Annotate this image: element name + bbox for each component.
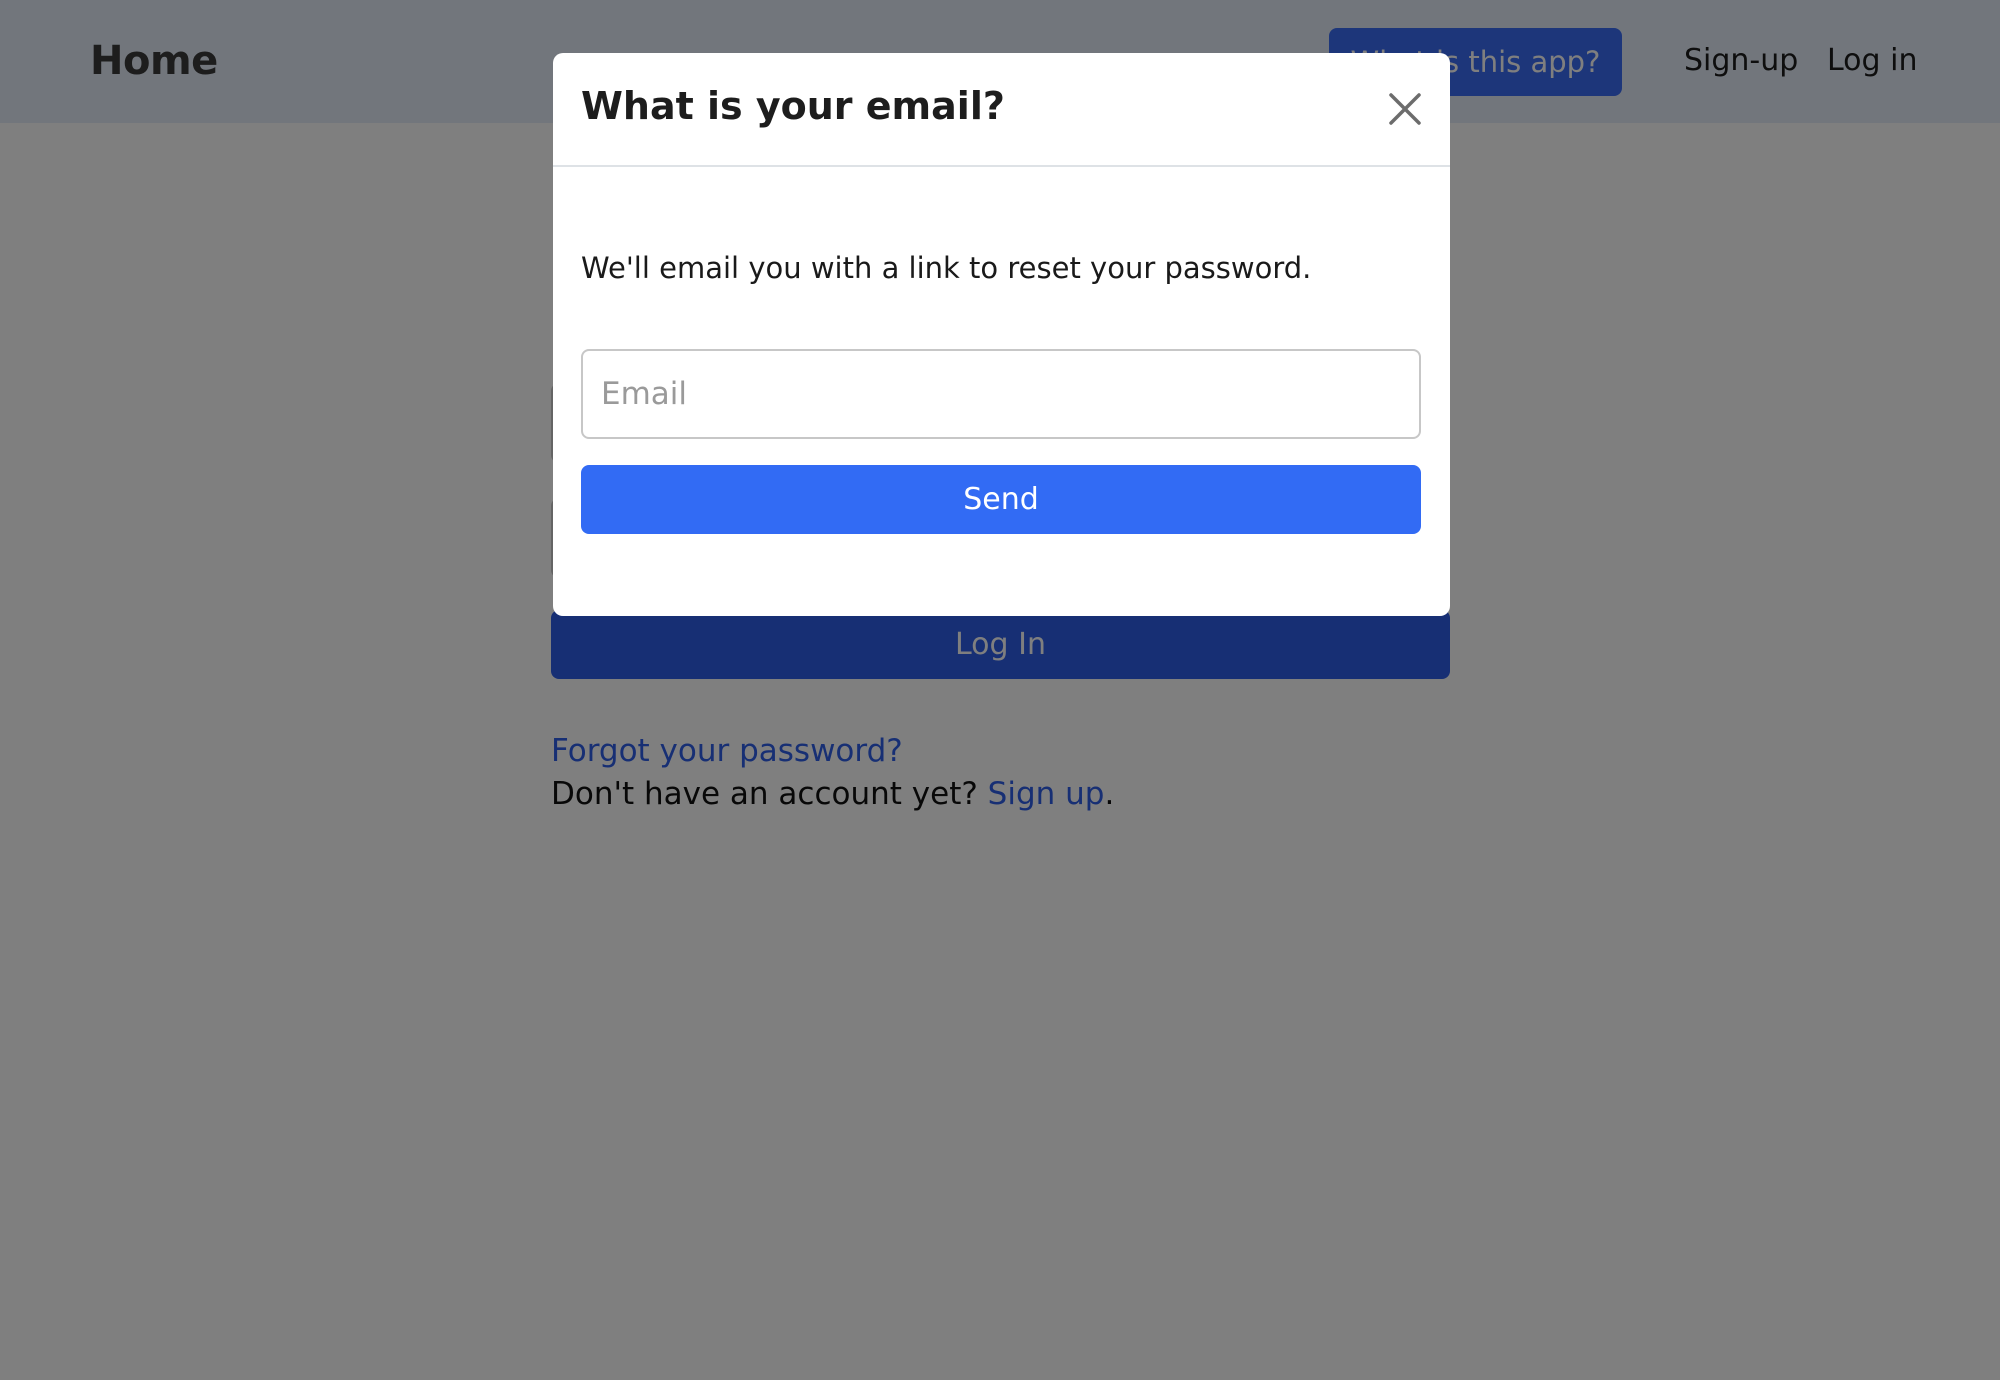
page: Home What is this app? Sign-up Log in Lo… [0, 0, 2000, 1380]
modal-description: We'll email you with a link to reset you… [581, 251, 1312, 285]
email-field[interactable] [581, 349, 1421, 439]
send-button[interactable]: Send [581, 465, 1421, 534]
reset-password-modal: What is your email? We'll email you with… [553, 53, 1450, 616]
modal-title: What is your email? [581, 84, 1005, 128]
modal-header: What is your email? [553, 53, 1450, 167]
close-icon[interactable] [1385, 89, 1425, 129]
